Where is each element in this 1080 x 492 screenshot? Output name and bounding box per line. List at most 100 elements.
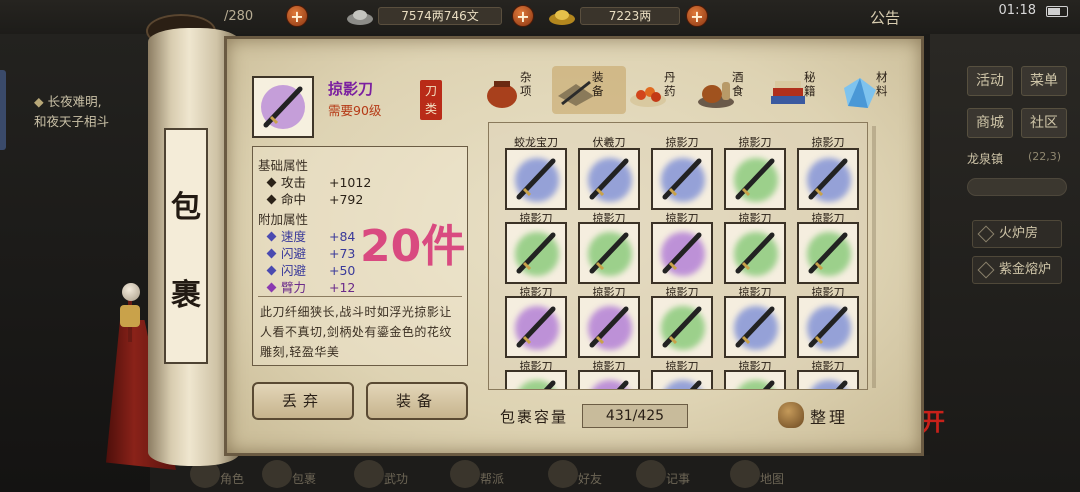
nav-label: 帮派 <box>480 472 505 486</box>
location-name: 龙泉镇 <box>967 152 1004 166</box>
weapons-icon <box>558 80 594 106</box>
saber-icon <box>589 232 629 274</box>
stat-value: +12 <box>329 280 356 295</box>
saber-icon <box>616 380 629 389</box>
inventory-slot[interactable] <box>651 370 713 389</box>
story-notice: ◆ 长夜难明, 和夜天子相斗 <box>34 92 109 132</box>
activity-button[interactable]: 活动 <box>967 66 1013 96</box>
silver-ingot-icon <box>347 10 373 25</box>
inventory-slot[interactable] <box>797 222 859 284</box>
nav-guild[interactable]: 帮派 <box>450 458 520 490</box>
add-silver-button[interactable]: + <box>512 5 534 27</box>
journal-icon <box>636 460 666 488</box>
saber-icon <box>261 85 305 129</box>
menu-button[interactable]: 菜单 <box>1021 66 1067 96</box>
inventory-slot[interactable] <box>505 222 567 284</box>
inventory-slot[interactable] <box>505 148 567 210</box>
books-icon <box>771 81 805 104</box>
stat-value: +84 <box>329 229 356 244</box>
bag-title-char-1: 包 <box>171 190 201 225</box>
add-gold-button[interactable]: + <box>686 5 708 27</box>
stat-row: 臂力 +12 <box>266 277 356 296</box>
saber-icon <box>835 380 848 389</box>
place-icon <box>977 225 995 243</box>
inventory-slot[interactable] <box>797 370 859 389</box>
place-furnace-room[interactable]: 火炉房 <box>972 220 1062 248</box>
inventory-slot[interactable] <box>578 148 640 210</box>
inventory-slot[interactable] <box>578 296 640 358</box>
location-bar[interactable] <box>967 178 1067 196</box>
saber-icon <box>808 232 848 274</box>
nav-journal[interactable]: 记事 <box>636 458 706 490</box>
category-label: 酒食 <box>732 70 744 98</box>
silver-amount: 7574两746文 <box>378 7 502 25</box>
nav-label: 包裹 <box>292 472 317 486</box>
inventory-slot[interactable] <box>724 222 786 284</box>
category-label: 材料 <box>876 70 888 98</box>
storage-count-text: /280 <box>224 8 254 24</box>
inventory-slot[interactable] <box>505 370 567 389</box>
saber-icon <box>516 306 556 348</box>
inventory-slot[interactable] <box>724 370 786 389</box>
community-button[interactable]: 社区 <box>1021 108 1067 138</box>
stat-name: 臂力 <box>281 280 307 295</box>
nav-bag[interactable]: 包裹 <box>262 458 332 490</box>
inventory-slot[interactable] <box>724 296 786 358</box>
gold-amount: 7223两 <box>580 7 680 25</box>
inventory-grid-viewport: 蛟龙宝刀 伏羲刀 掠影刀 掠影刀 掠影刀 掠影刀 掠影刀 掠影刀 掠影刀 掠影刀 掠影刀 掠影刀 掠影刀… <box>489 123 867 389</box>
diamond-icon: ◆ <box>34 94 48 109</box>
saber-icon <box>762 380 775 389</box>
stat-value: +73 <box>329 246 356 261</box>
category-tab-equipment[interactable]: 装备 <box>556 70 622 114</box>
category-tab-misc[interactable]: 杂项 <box>484 70 550 114</box>
nav-label: 好友 <box>578 472 603 486</box>
inventory-slot[interactable] <box>578 370 640 389</box>
pills-icon <box>630 87 666 107</box>
food-icon <box>698 82 734 108</box>
friends-icon <box>548 460 578 488</box>
inventory-slot[interactable] <box>651 296 713 358</box>
equip-button[interactable]: 装备 <box>366 382 468 420</box>
add-storage-button[interactable]: + <box>286 5 308 27</box>
bag-title-plaque: 包 裹 <box>164 128 208 364</box>
nav-friends[interactable]: 好友 <box>548 458 618 490</box>
shop-button[interactable]: 商城 <box>967 108 1013 138</box>
diamond-icon <box>266 177 277 188</box>
tassel-bead <box>122 283 140 301</box>
inventory-slot[interactable] <box>578 222 640 284</box>
saber-icon <box>589 158 629 200</box>
sort-label: 整理 <box>810 408 849 427</box>
category-tab-materials[interactable]: 材料 <box>840 70 906 114</box>
category-tab-food[interactable]: 酒食 <box>696 70 762 114</box>
category-label: 丹药 <box>664 70 676 98</box>
item-type-stamp: 刀类 <box>420 80 442 120</box>
tassel-cap <box>120 305 140 327</box>
left-edge-tab[interactable] <box>0 70 6 150</box>
category-label: 装备 <box>592 70 604 98</box>
battery-icon <box>1046 6 1068 17</box>
discard-button[interactable]: 丢弃 <box>252 382 354 420</box>
detail-divider <box>258 296 462 297</box>
gold-ingot-icon <box>549 10 575 25</box>
inventory-slot[interactable] <box>724 148 786 210</box>
stat-value: +792 <box>329 192 364 207</box>
inventory-slot[interactable] <box>651 222 713 284</box>
item-description: 此刀纤细狭长,战斗时如浮光掠影让人看不真切,剑柄处有鎏金色的花纹雕刻,轻盈华美 <box>260 305 452 359</box>
inventory-slot[interactable] <box>797 148 859 210</box>
pot-icon <box>487 81 517 108</box>
inventory-slot[interactable] <box>797 296 859 358</box>
saber-icon <box>543 380 556 389</box>
place-purple-gold-furnace[interactable]: 紫金熔炉 <box>972 256 1062 284</box>
nav-label: 武功 <box>384 472 409 486</box>
sort-button[interactable]: 整理 <box>778 400 856 430</box>
stat-value: +1012 <box>329 175 372 190</box>
inventory-slot[interactable] <box>651 148 713 210</box>
category-tab-pills[interactable]: 丹药 <box>628 70 694 114</box>
nav-map[interactable]: 地图 <box>730 458 800 490</box>
inventory-slot[interactable] <box>505 296 567 358</box>
category-tab-manuals[interactable]: 秘籍 <box>768 70 834 114</box>
nav-martial[interactable]: 武功 <box>354 458 424 490</box>
inventory-scrollbar[interactable] <box>872 126 876 388</box>
announcement-button[interactable]: 公告 <box>870 7 900 28</box>
place-icon <box>977 261 995 279</box>
